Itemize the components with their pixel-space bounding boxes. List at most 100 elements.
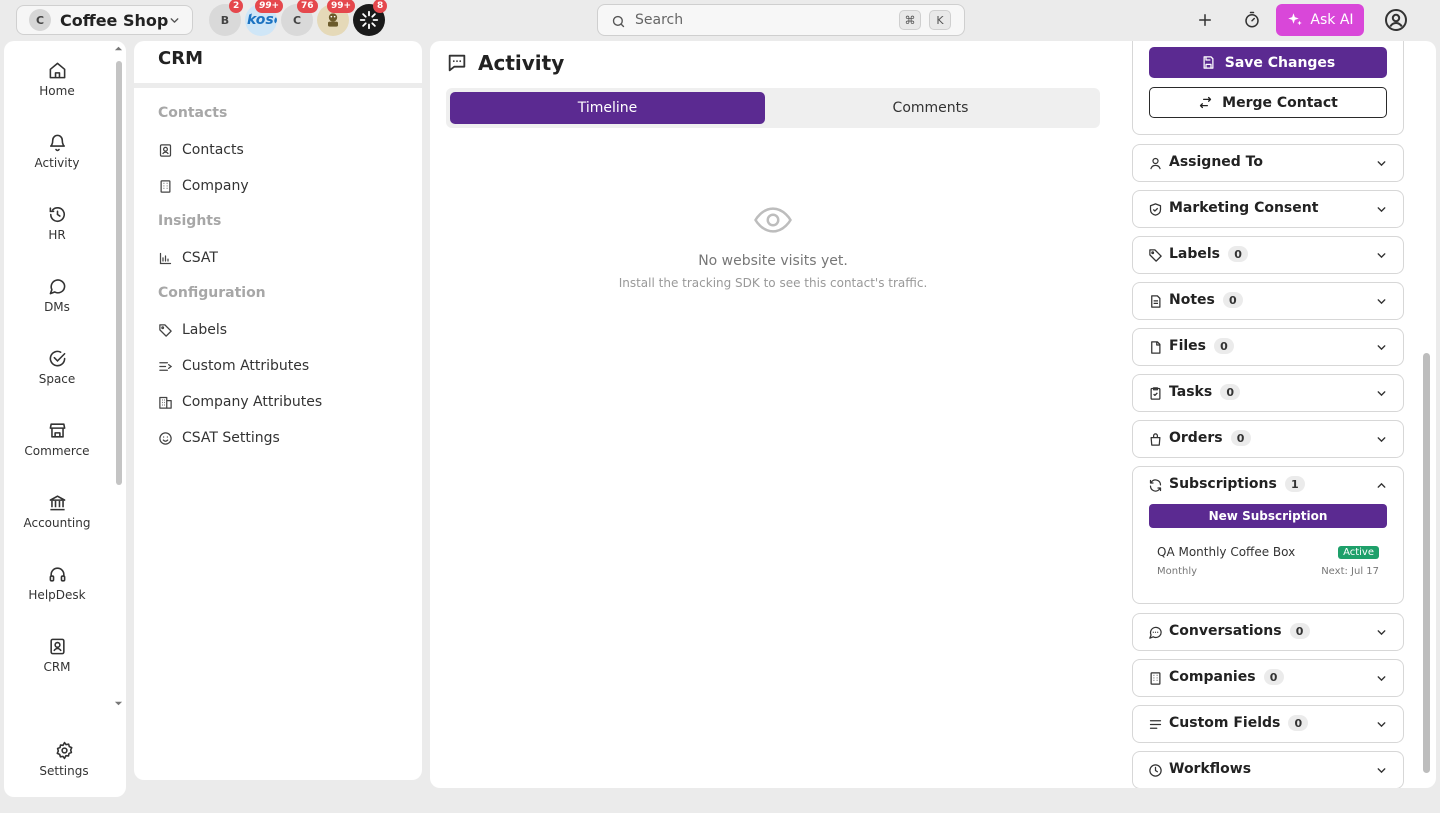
nav-activity[interactable]: Activity bbox=[7, 125, 107, 181]
panel-tasks[interactable]: Tasks 0 bbox=[1132, 374, 1404, 412]
count-badge: 0 bbox=[1230, 430, 1251, 446]
panel-orders[interactable]: Orders 0 bbox=[1132, 420, 1404, 458]
notification-badge: 99+ bbox=[255, 0, 284, 13]
chevron-down-icon bbox=[1375, 341, 1388, 354]
search-bar[interactable]: Search ⌘ K bbox=[597, 4, 965, 36]
workspace-switcher[interactable]: C Coffee Shop bbox=[16, 5, 193, 35]
panel-notes[interactable]: Notes 0 bbox=[1132, 282, 1404, 320]
panel-assigned-to[interactable]: Assigned To bbox=[1132, 144, 1404, 182]
nav-label: Accounting bbox=[23, 516, 91, 530]
save-changes-button[interactable]: Save Changes bbox=[1149, 47, 1387, 78]
tab-timeline[interactable]: Timeline bbox=[450, 92, 765, 124]
nav-commerce[interactable]: Commerce bbox=[7, 413, 107, 469]
nav-helpdesk[interactable]: HelpDesk bbox=[7, 557, 107, 613]
workspace-avatar-c[interactable]: C 76 bbox=[281, 0, 318, 36]
workspace-initial: B bbox=[220, 13, 230, 27]
add-button[interactable] bbox=[1193, 8, 1217, 32]
panel-workflows[interactable]: Workflows bbox=[1132, 751, 1404, 788]
panel-label: Custom Fields bbox=[1169, 715, 1281, 731]
nav-scrollbar[interactable] bbox=[116, 61, 122, 485]
crm-item-csat-settings[interactable]: CSAT Settings bbox=[158, 426, 280, 450]
nav-hr[interactable]: HR bbox=[7, 197, 107, 253]
chevron-down-icon bbox=[1375, 295, 1388, 308]
user-circle-icon bbox=[1384, 8, 1408, 32]
crm-item-csat[interactable]: CSAT bbox=[158, 246, 218, 270]
panel-label: Labels bbox=[1169, 246, 1221, 262]
subscription-name[interactable]: QA Monthly Coffee Box bbox=[1157, 545, 1295, 559]
bank-icon bbox=[48, 493, 67, 512]
chevron-down-icon bbox=[168, 14, 181, 27]
home-icon bbox=[48, 61, 67, 80]
nav-label: Space bbox=[38, 372, 76, 386]
nav-accounting[interactable]: Accounting bbox=[7, 485, 107, 541]
panel-custom-fields[interactable]: Custom Fields 0 bbox=[1132, 705, 1404, 743]
workspace-initial: C bbox=[292, 13, 302, 27]
tab-comments[interactable]: Comments bbox=[765, 92, 1096, 124]
sparkles-icon bbox=[1286, 11, 1304, 29]
nav-settings[interactable]: Settings bbox=[14, 733, 114, 783]
search-icon bbox=[611, 14, 626, 29]
crm-item-contacts[interactable]: Contacts bbox=[158, 138, 244, 162]
notification-badge: 2 bbox=[229, 0, 244, 13]
check-circle-icon bbox=[48, 349, 67, 368]
merge-contact-button[interactable]: Merge Contact bbox=[1149, 87, 1387, 118]
activity-title: Activity bbox=[478, 51, 565, 75]
workspace-name: Coffee Shop bbox=[60, 10, 169, 30]
tag-icon bbox=[1148, 248, 1163, 263]
nav-label: Activity bbox=[34, 156, 80, 170]
scroll-up-icon[interactable] bbox=[114, 44, 123, 53]
count-badge: 0 bbox=[1220, 384, 1241, 400]
buildings-icon bbox=[158, 395, 173, 410]
timer-button[interactable] bbox=[1240, 8, 1264, 32]
workspace-avatar-dark[interactable]: 8 bbox=[353, 0, 388, 36]
chevron-down-icon bbox=[1375, 433, 1388, 446]
crm-item-custom-attributes[interactable]: Custom Attributes bbox=[158, 354, 309, 378]
panel-companies[interactable]: Companies 0 bbox=[1132, 659, 1404, 697]
crm-item-company-attributes[interactable]: Company Attributes bbox=[158, 390, 322, 414]
chevron-down-icon bbox=[1375, 203, 1388, 216]
empty-state-title: No website visits yet. bbox=[698, 253, 848, 269]
panel-marketing-consent[interactable]: Marketing Consent bbox=[1132, 190, 1404, 228]
nav-dms[interactable]: DMs bbox=[7, 269, 107, 325]
nav-home[interactable]: Home bbox=[7, 53, 107, 109]
workspace-initial: kosc bbox=[247, 12, 277, 28]
refresh-icon bbox=[1148, 478, 1163, 493]
file-icon bbox=[1148, 340, 1163, 355]
profile-button[interactable] bbox=[1383, 7, 1409, 33]
workspace-avatar-b[interactable]: B 2 bbox=[209, 0, 244, 36]
panel-label: Assigned To bbox=[1169, 154, 1263, 170]
ask-ai-button[interactable]: Ask AI bbox=[1276, 4, 1364, 36]
sidebar-scrollbar[interactable] bbox=[1423, 353, 1430, 773]
status-badge: Active bbox=[1338, 546, 1379, 559]
panel-files[interactable]: Files 0 bbox=[1132, 328, 1404, 366]
mascot-icon bbox=[323, 10, 343, 30]
crm-item-company[interactable]: Company bbox=[158, 174, 249, 198]
panel-label: Notes bbox=[1169, 292, 1215, 308]
workspace-avatar-mascot[interactable]: 99+ bbox=[317, 0, 356, 36]
user-icon bbox=[1148, 156, 1163, 171]
panel-conversations[interactable]: Conversations 0 bbox=[1132, 613, 1404, 651]
nav-label: HR bbox=[48, 228, 66, 242]
workspace-avatar: C bbox=[29, 9, 51, 31]
panel-label: Orders bbox=[1169, 430, 1223, 446]
count-badge: 0 bbox=[1222, 292, 1243, 308]
section-insights: Insights bbox=[158, 213, 222, 229]
bell-icon bbox=[48, 133, 67, 152]
panel-labels[interactable]: Labels 0 bbox=[1132, 236, 1404, 274]
scroll-down-icon[interactable] bbox=[114, 699, 123, 708]
chevron-up-icon[interactable] bbox=[1375, 479, 1388, 492]
save-label: Save Changes bbox=[1224, 54, 1336, 71]
workspace-avatar-kosc[interactable]: kosc 99+ bbox=[245, 0, 284, 36]
contact-card-icon bbox=[158, 143, 173, 158]
nav-label: CRM bbox=[43, 660, 71, 674]
smile-icon bbox=[158, 431, 173, 446]
crm-item-labels[interactable]: Labels bbox=[158, 318, 227, 342]
new-subscription-button[interactable]: New Subscription bbox=[1149, 504, 1387, 528]
chevron-down-icon bbox=[1375, 249, 1388, 262]
nav-space[interactable]: Space bbox=[7, 341, 107, 397]
nav-crm[interactable]: CRM bbox=[7, 629, 107, 685]
shield-check-icon bbox=[1148, 202, 1163, 217]
panel-subscriptions: Subscriptions 1 New Subscription QA Month… bbox=[1132, 466, 1404, 604]
chevron-down-icon bbox=[1375, 764, 1388, 777]
message-circle-icon bbox=[1148, 625, 1163, 640]
